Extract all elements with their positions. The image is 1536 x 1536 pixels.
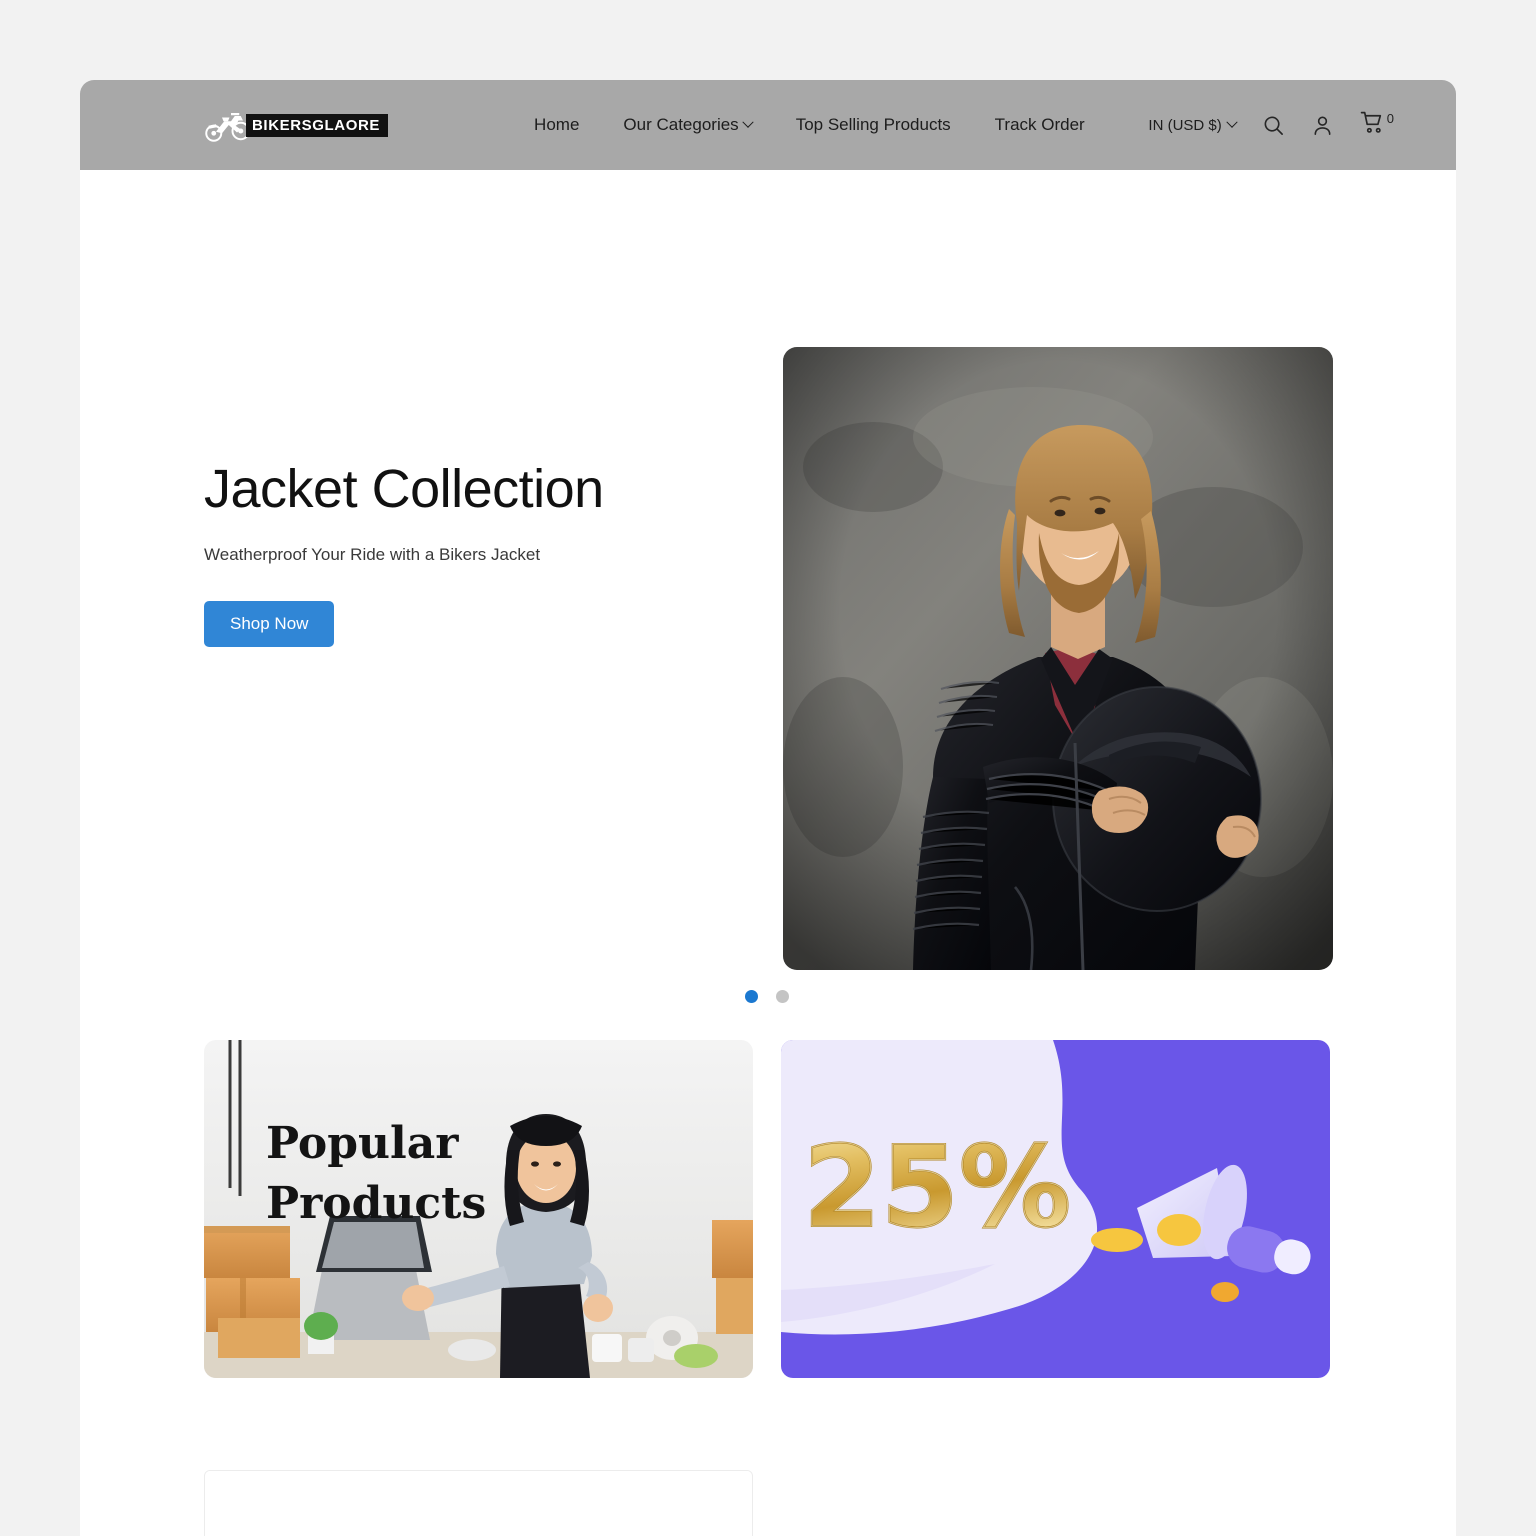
cart-button[interactable]: 0 <box>1360 110 1394 140</box>
nav-item-top-selling-products-label: Top Selling Products <box>795 115 951 134</box>
nav-item-top-selling-products[interactable]: Top Selling Products <box>796 115 951 135</box>
content-card: BIKERSGLAORE Home Our Categories Top Sel… <box>80 80 1456 1536</box>
main-navigation: Home Our Categories Top Selling Products… <box>534 115 1085 135</box>
motorcycle-icon <box>204 105 252 145</box>
hero-slide-image[interactable] <box>783 347 1333 970</box>
nav-item-track-order-label: Track Order <box>994 115 1085 134</box>
currency-selector[interactable]: IN (USD $) <box>1148 116 1238 134</box>
hero-text-block: Jacket Collection Weatherproof Your Ride… <box>204 459 804 648</box>
brand-name: BIKERSGLAORE <box>246 113 389 137</box>
hero-subtitle: Weatherproof Your Ride with a Bikers Jac… <box>204 545 541 565</box>
product-card[interactable] <box>204 1470 753 1536</box>
promo-banner-row: Popular Products 25% 25% <box>204 1040 1330 1378</box>
svg-text:Popular: Popular <box>266 1118 459 1169</box>
nav-item-home-label: Home <box>534 115 580 134</box>
page-title: Jacket Collection <box>204 459 604 519</box>
hero-section: Jacket Collection Weatherproof Your Ride… <box>80 170 1456 1003</box>
nav-item-track-order[interactable]: Track Order <box>995 115 1085 135</box>
svg-text:25%: 25% <box>803 1123 1071 1253</box>
cart-count-badge: 0 <box>1386 111 1394 126</box>
chevron-down-icon <box>1226 116 1238 128</box>
product-grid <box>204 1470 1330 1536</box>
page-root: BIKERSGLAORE Home Our Categories Top Sel… <box>0 0 1536 1536</box>
svg-text:Products: Products <box>266 1178 486 1229</box>
promo-banner-popular-products[interactable]: Popular Products <box>204 1040 753 1378</box>
nav-item-our-categories-label: Our Categories <box>623 115 739 134</box>
currency-selector-label: IN (USD $) <box>1148 116 1222 134</box>
carousel-dot-1[interactable] <box>745 990 758 1003</box>
search-icon[interactable] <box>1262 114 1285 137</box>
shopping-cart-icon <box>1360 110 1385 140</box>
nav-item-our-categories[interactable]: Our Categories <box>623 115 754 135</box>
user-icon[interactable] <box>1311 114 1334 137</box>
promo-banner-discount[interactable]: 25% 25% <box>781 1040 1330 1378</box>
chevron-down-icon <box>742 116 754 128</box>
carousel-dot-2[interactable] <box>776 990 789 1003</box>
nav-item-home[interactable]: Home <box>534 115 579 135</box>
shop-now-button[interactable]: Shop Now <box>204 601 335 648</box>
header-actions: IN (USD $) 0 <box>1148 110 1412 140</box>
brand-logo[interactable]: BIKERSGLAORE <box>204 105 389 145</box>
site-header: BIKERSGLAORE Home Our Categories Top Sel… <box>80 80 1456 170</box>
hero-carousel-dots <box>745 990 789 1003</box>
